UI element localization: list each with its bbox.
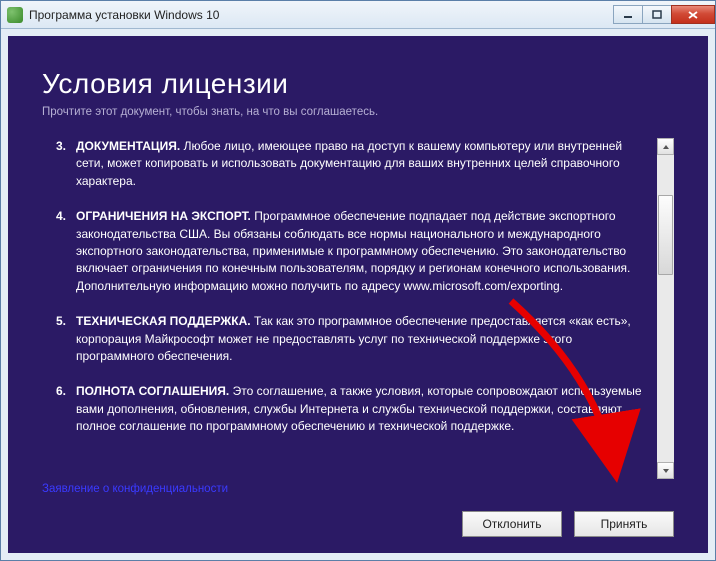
- item-body: ТЕХНИЧЕСКАЯ ПОДДЕРЖКА. Так как это прогр…: [76, 313, 650, 365]
- license-item: 4. ОГРАНИЧЕНИЯ НА ЭКСПОРТ. Программное о…: [42, 208, 650, 295]
- scroll-down-button[interactable]: [657, 462, 674, 479]
- item-number: 6.: [42, 383, 76, 435]
- installer-panel: Условия лицензии Прочтите этот документ,…: [8, 36, 708, 553]
- minimize-button[interactable]: [613, 5, 643, 24]
- license-item: 6. ПОЛНОТА СОГЛАШЕНИЯ. Это соглашение, а…: [42, 383, 650, 435]
- scrollbar-thumb[interactable]: [658, 195, 673, 275]
- item-body: ОГРАНИЧЕНИЯ НА ЭКСПОРТ. Программное обес…: [76, 208, 650, 295]
- page-heading: Условия лицензии: [42, 68, 674, 100]
- item-number: 4.: [42, 208, 76, 295]
- license-item: 5. ТЕХНИЧЕСКАЯ ПОДДЕРЖКА. Так как это пр…: [42, 313, 650, 365]
- minimize-icon: [623, 10, 633, 20]
- chevron-down-icon: [662, 468, 670, 474]
- item-title: ТЕХНИЧЕСКАЯ ПОДДЕРЖКА.: [76, 314, 251, 328]
- maximize-icon: [652, 10, 662, 20]
- window-controls: [614, 5, 715, 24]
- item-title: ОГРАНИЧЕНИЯ НА ЭКСПОРТ.: [76, 209, 251, 223]
- license-list: 3. ДОКУМЕНТАЦИЯ. Любое лицо, имеющее пра…: [42, 138, 650, 435]
- app-icon: [7, 7, 23, 23]
- item-body: ПОЛНОТА СОГЛАШЕНИЯ. Это соглашение, а та…: [76, 383, 650, 435]
- scroll-up-button[interactable]: [657, 138, 674, 155]
- item-title: ПОЛНОТА СОГЛАШЕНИЯ.: [76, 384, 229, 398]
- item-number: 5.: [42, 313, 76, 365]
- license-item: 3. ДОКУМЕНТАЦИЯ. Любое лицо, имеющее пра…: [42, 138, 650, 190]
- item-body: ДОКУМЕНТАЦИЯ. Любое лицо, имеющее право …: [76, 138, 650, 190]
- content-area: Условия лицензии Прочтите этот документ,…: [1, 29, 715, 560]
- maximize-button[interactable]: [642, 5, 672, 24]
- privacy-statement-link[interactable]: Заявление о конфиденциальности: [42, 483, 674, 495]
- decline-button[interactable]: Отклонить: [462, 511, 562, 537]
- window: Программа установки Windows 10 Условия л…: [0, 0, 716, 561]
- chevron-up-icon: [662, 144, 670, 150]
- titlebar[interactable]: Программа установки Windows 10: [1, 1, 715, 29]
- accept-button[interactable]: Принять: [574, 511, 674, 537]
- item-title: ДОКУМЕНТАЦИЯ.: [76, 139, 180, 153]
- item-number: 3.: [42, 138, 76, 190]
- scrollbar-track[interactable]: [657, 155, 674, 462]
- page-subtitle: Прочтите этот документ, чтобы знать, на …: [42, 106, 674, 118]
- close-button[interactable]: [671, 5, 715, 24]
- scrollbar[interactable]: [657, 138, 674, 479]
- license-text-area: 3. ДОКУМЕНТАЦИЯ. Любое лицо, имеющее пра…: [42, 138, 674, 479]
- close-icon: [687, 10, 699, 20]
- window-title: Программа установки Windows 10: [29, 8, 614, 22]
- button-row: Отклонить Принять: [42, 511, 674, 537]
